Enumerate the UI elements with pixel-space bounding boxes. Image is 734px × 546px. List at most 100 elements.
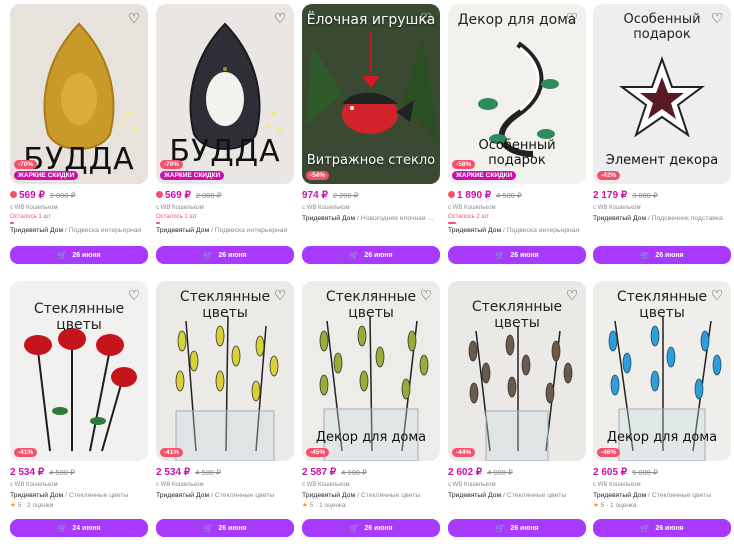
cart-icon: 🛒 bbox=[57, 523, 68, 533]
wallet-note: с WB Кошельком bbox=[302, 205, 350, 211]
wallet-dot-icon bbox=[448, 191, 455, 198]
product-image[interactable]: Стеклянные цветы Декор для дома ♡ -46% bbox=[593, 281, 731, 461]
product-title[interactable]: Тридевятый Дом / Стеклянные цветы bbox=[448, 491, 586, 501]
add-to-cart-button[interactable]: 🛒 26 июня bbox=[156, 519, 294, 537]
price-value: 2 534 ₽ bbox=[10, 467, 45, 478]
wallet-dot-icon bbox=[156, 191, 163, 198]
product-card[interactable]: Стеклянные цветы ♡ -41% 2 534 ₽ 4 500 ₽ с… bbox=[10, 281, 148, 537]
discount-badge: -70% bbox=[14, 160, 38, 169]
cart-icon: 🛒 bbox=[640, 523, 651, 533]
product-image[interactable]: Стеклянные цветы Декор для дома ♡ -45% bbox=[302, 281, 440, 461]
product-title[interactable]: Тридевятый Дом / Стеклянные цветы bbox=[302, 491, 440, 501]
add-to-cart-button[interactable]: 🛒 24 июня bbox=[10, 519, 148, 537]
delivery-date: 26 июня bbox=[218, 251, 247, 259]
product-image[interactable]: Ёлочная игрушка Витражное стекло ♡ -54% bbox=[302, 4, 440, 184]
heart-outline-icon[interactable]: ♡ bbox=[126, 10, 142, 26]
rating: ★ 5 · 1 оценка bbox=[593, 502, 637, 509]
wallet-note: с WB Кошельком bbox=[302, 482, 350, 488]
image-caption-top: Стеклянные цветы bbox=[471, 299, 563, 331]
brand: Тридевятый Дом bbox=[593, 492, 647, 499]
product-title[interactable]: Тридевятый Дом / Подвеска интерьерная bbox=[10, 226, 148, 236]
stock-left: Осталось 2 шт bbox=[448, 214, 489, 220]
product-image[interactable]: Декор для дома Особенный подарок ♡ -58% … bbox=[448, 4, 586, 184]
add-to-cart-button[interactable]: 🛒 26 июня bbox=[593, 519, 731, 537]
image-caption-bottom: Декор для дома bbox=[315, 430, 427, 445]
brand: Тридевятый Дом bbox=[156, 492, 210, 499]
product-name: / Подвеска интерьерная bbox=[63, 227, 142, 234]
old-price: 4 800 ₽ bbox=[487, 468, 513, 477]
product-image[interactable]: Особенный подарок Элемент декора ♡ -42% bbox=[593, 4, 731, 184]
add-to-cart-button[interactable]: 🛒 26 июня bbox=[10, 246, 148, 264]
discount-badge: -58% bbox=[452, 160, 476, 169]
product-name: / Стеклянные цветы bbox=[209, 492, 275, 499]
cart-icon: 🛒 bbox=[203, 523, 214, 533]
price: 1 890 ₽ bbox=[448, 190, 491, 201]
heart-outline-icon[interactable]: ♡ bbox=[418, 287, 434, 303]
product-card[interactable]: Стеклянные цветы ♡ -41% 2 534 ₽ 4 500 ₽ с… bbox=[156, 281, 294, 537]
price-value: 569 ₽ bbox=[19, 190, 45, 201]
rating-value: 5 bbox=[309, 502, 314, 509]
brand: Тридевятый Дом bbox=[302, 492, 356, 499]
product-name: / Подвеска интерьерная bbox=[209, 227, 288, 234]
product-card[interactable]: БУДДА ♡ -70% ЖАРКИЕ СКИДКИ 569 ₽2 000 ₽ … bbox=[156, 4, 294, 264]
rating: ★ 5 · 1 оценка bbox=[302, 502, 346, 509]
product-title[interactable]: Тридевятый Дом / Стеклянные цветы bbox=[156, 491, 294, 501]
heart-outline-icon[interactable]: ♡ bbox=[564, 287, 580, 303]
add-to-cart-button[interactable]: 🛒 26 июня bbox=[593, 246, 731, 264]
price: 2 534 ₽ bbox=[156, 467, 190, 478]
add-to-cart-button[interactable]: 🛒 26 июня bbox=[448, 246, 586, 264]
old-price: 2 200 ₽ bbox=[332, 191, 359, 200]
price: 569 ₽ bbox=[10, 190, 45, 201]
product-image[interactable]: Стеклянные цветы ♡ -41% bbox=[10, 281, 148, 461]
product-name: / Стеклянные цветы bbox=[646, 492, 712, 499]
heart-outline-icon[interactable]: ♡ bbox=[709, 10, 725, 26]
product-title[interactable]: Тридевятый Дом / Стеклянные цветы bbox=[593, 491, 731, 501]
product-card[interactable]: Стеклянные цветы Декор для дома ♡ -46% 2… bbox=[593, 281, 731, 537]
add-to-cart-button[interactable]: 🛒 26 июня bbox=[302, 246, 440, 264]
star-icon: ★ bbox=[593, 502, 599, 509]
product-title[interactable]: Тридевятый Дом / Подвеска интерьерная bbox=[448, 226, 586, 236]
product-image[interactable]: Стеклянные цветы ♡ -44% bbox=[448, 281, 586, 461]
product-name: / Стеклянные цветы bbox=[63, 492, 129, 499]
product-card[interactable]: Особенный подарок Элемент декора ♡ -42% … bbox=[593, 4, 731, 264]
rating-value: 5 bbox=[17, 502, 22, 509]
cart-icon: 🛒 bbox=[349, 523, 360, 533]
product-image[interactable]: БУДДА ♡ -70% ЖАРКИЕ СКИДКИ bbox=[156, 4, 294, 184]
heart-outline-icon[interactable]: ♡ bbox=[564, 10, 580, 26]
product-title[interactable]: Тридевятый Дом / Подвеска интерьерная bbox=[156, 226, 294, 236]
product-card[interactable]: Стеклянные цветы ♡ -44% 2 602 ₽ 4 800 ₽ с… bbox=[448, 281, 586, 537]
heart-outline-icon[interactable]: ♡ bbox=[709, 287, 725, 303]
add-to-cart-button[interactable]: 🛒 26 июня bbox=[156, 246, 294, 264]
delivery-date: 26 июня bbox=[364, 251, 393, 259]
cart-icon: 🛒 bbox=[495, 250, 506, 260]
heart-outline-icon[interactable]: ♡ bbox=[272, 10, 288, 26]
heart-outline-icon[interactable]: ♡ bbox=[272, 287, 288, 303]
product-card[interactable]: БУДДА ♡ -70% ЖАРКИЕ СКИДКИ 569 ₽2 000 ₽ … bbox=[10, 4, 148, 264]
discount-badge: -54% bbox=[306, 171, 330, 180]
add-to-cart-button[interactable]: 🛒 26 июня bbox=[302, 519, 440, 537]
product-title[interactable]: Тридевятый Дом / Подсвечник подставка bbox=[593, 214, 731, 224]
delivery-date: 26 июня bbox=[510, 524, 539, 532]
product-title[interactable]: Тридевятый Дом / Стеклянные цветы bbox=[10, 491, 148, 501]
old-price: 2 000 ₽ bbox=[49, 191, 76, 200]
wallet-note: с WB Кошельком bbox=[156, 482, 204, 488]
heart-outline-icon[interactable]: ♡ bbox=[418, 10, 434, 26]
delivery-date: 26 июня bbox=[510, 251, 539, 259]
heart-outline-icon[interactable]: ♡ bbox=[126, 287, 142, 303]
discount-badge: -46% bbox=[597, 448, 621, 457]
price-value: 569 ₽ bbox=[165, 190, 191, 201]
add-to-cart-button[interactable]: 🛒 26 июня bbox=[448, 519, 586, 537]
price-value: 2 587 ₽ bbox=[302, 467, 337, 478]
product-card[interactable]: Ёлочная игрушка Витражное стекло ♡ -54% … bbox=[302, 4, 440, 264]
price-value: 2 179 ₽ bbox=[593, 190, 628, 201]
product-image[interactable]: БУДДА ♡ -70% ЖАРКИЕ СКИДКИ bbox=[10, 4, 148, 184]
product-card[interactable]: Декор для дома Особенный подарок ♡ -58% … bbox=[448, 4, 586, 264]
product-card[interactable]: Стеклянные цветы Декор для дома ♡ -45% 2… bbox=[302, 281, 440, 537]
hot-sale-badge: ЖАРКИЕ СКИДКИ bbox=[160, 171, 225, 180]
reviews-count: 1 оценка bbox=[319, 502, 346, 509]
rating-value: 5 bbox=[600, 502, 605, 509]
image-caption-top: Стеклянные цветы bbox=[33, 301, 125, 333]
stock-bar bbox=[156, 222, 160, 224]
product-image[interactable]: Стеклянные цветы ♡ -41% bbox=[156, 281, 294, 461]
product-title[interactable]: Тридевятый Дом / Новогодняя елочная ... bbox=[302, 214, 440, 224]
